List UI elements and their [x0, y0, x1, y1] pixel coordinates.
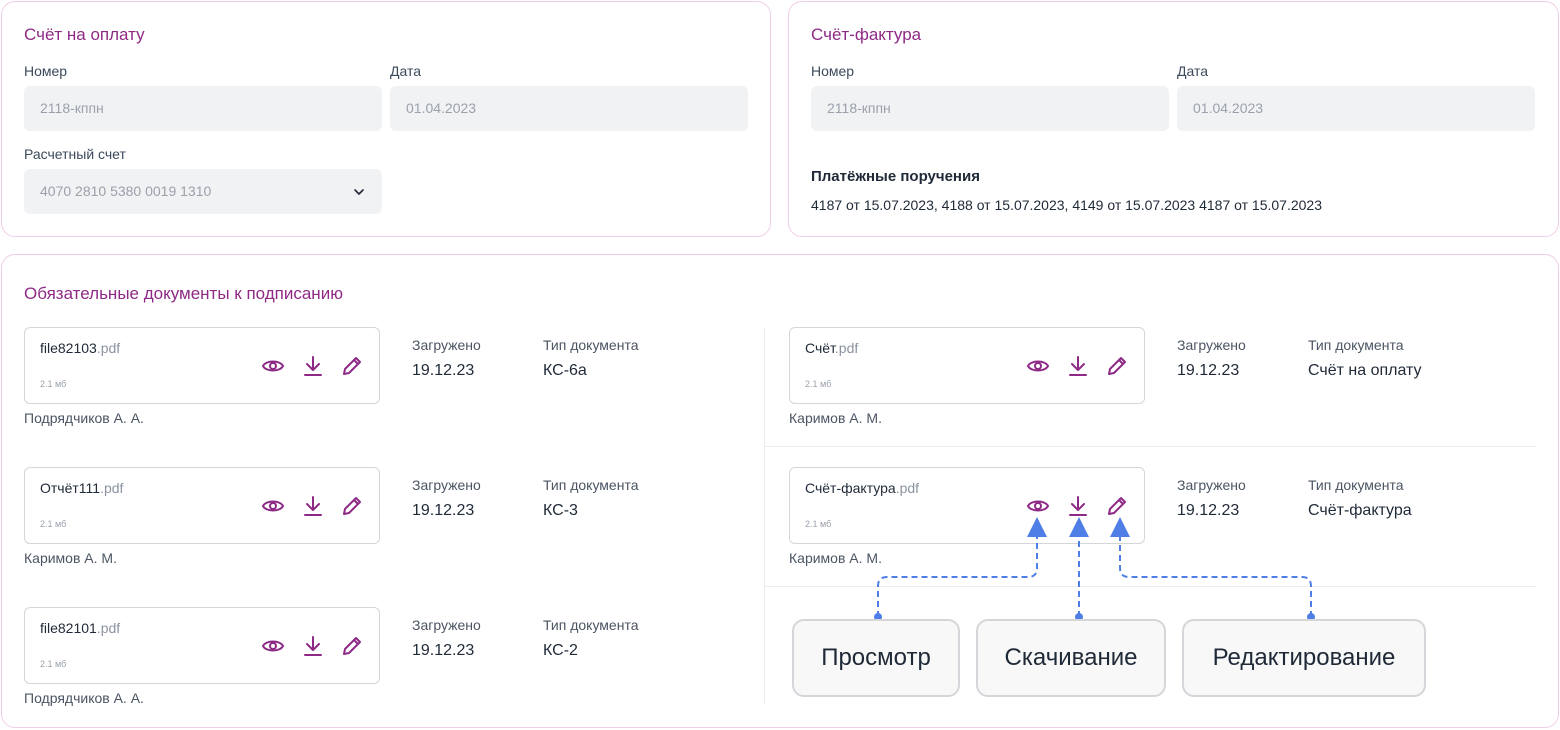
invoice-card: Счёт на оплату Номер 2118-кппн Дата 01.0… [1, 1, 771, 237]
doc-type-value: КС-6а [543, 362, 587, 379]
doc-type-value: Счёт на оплату [1308, 362, 1422, 379]
column-divider [764, 328, 765, 704]
invoice-title: Счёт на оплату [24, 25, 145, 44]
pencil-icon[interactable] [1105, 354, 1129, 378]
file-size: 2.1 мб [805, 379, 832, 389]
eye-icon[interactable] [261, 494, 285, 518]
eye-icon[interactable] [261, 354, 285, 378]
uploaded-label: Загружено [1177, 477, 1246, 493]
uploaded-date: 19.12.23 [412, 502, 475, 519]
file-name: file82101.pdf [40, 620, 121, 636]
invoice-date-label: Дата [390, 63, 422, 79]
doc-type-value: Счёт-фактура [1308, 502, 1412, 519]
eye-icon[interactable] [1026, 494, 1050, 518]
facture-number-label: Номер [811, 63, 855, 79]
download-icon[interactable] [301, 494, 325, 518]
uploaded-date: 19.12.23 [1177, 502, 1240, 519]
facture-date-label: Дата [1177, 63, 1209, 79]
file-card: Счёт.pdf 2.1 мб [789, 327, 1145, 404]
pencil-icon[interactable] [1105, 494, 1129, 518]
pencil-icon[interactable] [340, 634, 364, 658]
file-name: file82103.pdf [40, 340, 121, 356]
payments-title: Платёжные поручения [811, 168, 980, 185]
file-size: 2.1 мб [40, 519, 67, 529]
invoice-date-field[interactable]: 01.04.2023 [390, 86, 748, 131]
uploaded-label: Загружено [412, 617, 481, 633]
file-author: Каримов А. М. [24, 550, 117, 566]
file-card: Отчёт111.pdf 2.1 мб [24, 467, 380, 544]
file-name: Счёт-фактура.pdf [805, 480, 920, 496]
invoice-number-label: Номер [24, 63, 68, 79]
file-author: Подрядчиков А. А. [24, 410, 144, 426]
doc-type-value: КС-2 [543, 642, 578, 659]
download-icon[interactable] [1066, 354, 1090, 378]
file-card: file82103.pdf 2.1 мб [24, 327, 380, 404]
file-card: file82101.pdf 2.1 мб [24, 607, 380, 684]
doc-type-value: КС-3 [543, 502, 578, 519]
uploaded-date: 19.12.23 [1177, 362, 1240, 379]
doc-type-label: Тип документа [543, 477, 639, 493]
pencil-icon[interactable] [340, 354, 364, 378]
doc-type-label: Тип документа [543, 617, 639, 633]
facture-title: Счёт-фактура [811, 25, 922, 44]
account-label: Расчетный счет [24, 146, 126, 162]
uploaded-date: 19.12.23 [412, 642, 475, 659]
eye-icon[interactable] [261, 634, 285, 658]
file-name: Счёт.pdf [805, 340, 859, 356]
account-select[interactable]: 4070 2810 5380 0019 1310 [24, 169, 382, 214]
eye-icon[interactable] [1026, 354, 1050, 378]
invoice-number-field[interactable]: 2118-кппн [24, 86, 382, 131]
download-icon[interactable] [301, 354, 325, 378]
account-value: 4070 2810 5380 0019 1310 [40, 183, 212, 199]
facture-number-field[interactable]: 2118-кппн [811, 86, 1169, 131]
facture-card: Счёт-фактура Номер 2118-кппн Дата 01.04.… [788, 1, 1559, 237]
file-author: Подрядчиков А. А. [24, 690, 144, 706]
row-divider [764, 586, 1536, 587]
file-size: 2.1 мб [805, 519, 832, 529]
edit-tooltip: Редактирование [1182, 619, 1426, 697]
file-author: Каримов А. М. [789, 410, 882, 426]
uploaded-label: Загружено [412, 337, 481, 353]
file-card: Счёт-фактура.pdf 2.1 мб [789, 467, 1145, 544]
download-icon[interactable] [301, 634, 325, 658]
facture-date-field[interactable]: 01.04.2023 [1177, 86, 1535, 131]
view-tooltip: Просмотр [792, 619, 960, 697]
file-size: 2.1 мб [40, 659, 67, 669]
file-author: Каримов А. М. [789, 550, 882, 566]
uploaded-date: 19.12.23 [412, 362, 475, 379]
payments-text: 4187 от 15.07.2023, 4188 от 15.07.2023, … [811, 197, 1322, 213]
download-icon[interactable] [1066, 494, 1090, 518]
download-tooltip: Скачивание [976, 619, 1166, 697]
documents-title: Обязательные документы к подписанию [24, 284, 343, 303]
uploaded-label: Загружено [1177, 337, 1246, 353]
row-divider [764, 446, 1536, 447]
uploaded-label: Загружено [412, 477, 481, 493]
doc-type-label: Тип документа [1308, 337, 1404, 353]
file-size: 2.1 мб [40, 379, 67, 389]
doc-type-label: Тип документа [1308, 477, 1404, 493]
chevron-down-icon [354, 189, 364, 195]
doc-type-label: Тип документа [543, 337, 639, 353]
file-name: Отчёт111.pdf [40, 480, 124, 496]
pencil-icon[interactable] [340, 494, 364, 518]
